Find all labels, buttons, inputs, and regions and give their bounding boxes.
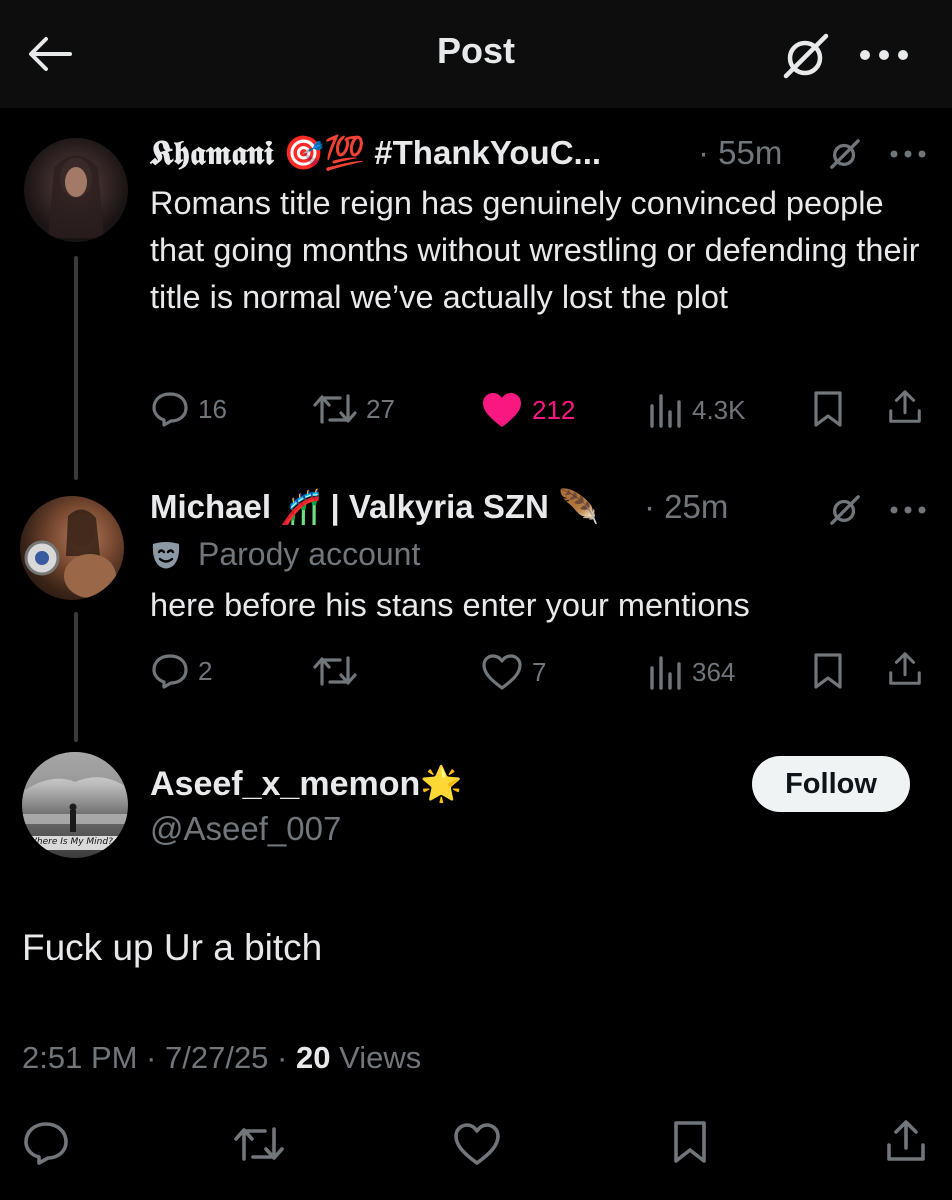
like-count: 212 bbox=[532, 394, 576, 425]
author-handle[interactable]: @Aseef_007 bbox=[150, 810, 341, 848]
views-bar-chart-icon bbox=[650, 656, 681, 690]
grok-icon[interactable] bbox=[828, 138, 862, 170]
post-time: · 25m bbox=[644, 488, 729, 525]
reply-icon[interactable] bbox=[22, 1120, 70, 1166]
post-timestamp: 2:51 PM · 7/27/25 · bbox=[22, 1040, 296, 1075]
heart-icon[interactable] bbox=[452, 1122, 502, 1166]
top-bar: Post bbox=[0, 0, 952, 108]
views-count: 4.3K bbox=[692, 394, 746, 425]
more-options-icon[interactable] bbox=[890, 506, 926, 514]
reply-button[interactable]: 2 bbox=[150, 652, 212, 690]
author-name[interactable]: 𝕶𝖍𝖆𝖒𝖆𝖓𝖎 🎯💯 #ThankYouC... bbox=[150, 134, 601, 173]
thread-line bbox=[74, 256, 78, 480]
views-button[interactable]: 364 bbox=[648, 654, 735, 690]
author-name[interactable]: Aseef_x_memon🌟 bbox=[150, 764, 463, 804]
reply-icon bbox=[152, 654, 188, 689]
post-text: Fuck up Ur a bitch bbox=[22, 927, 323, 968]
post-timestamp-row: 2:51 PM · 7/27/25 · 20 Views bbox=[22, 1040, 421, 1076]
views-count: 364 bbox=[692, 656, 736, 687]
share-icon[interactable] bbox=[884, 1118, 928, 1164]
post-time: · 55m bbox=[698, 134, 783, 171]
author-name[interactable]: Michael 🎢 | Valkyria SZN 🪶 bbox=[150, 488, 599, 527]
bookmark-icon[interactable] bbox=[672, 1120, 708, 1164]
views-count: 20 bbox=[295, 1040, 331, 1075]
repost-button[interactable]: 27 bbox=[312, 392, 395, 426]
avatar[interactable]: Where Is My Mind? bbox=[22, 752, 128, 858]
like-button[interactable]: 7 bbox=[480, 653, 546, 691]
parody-account-label: Parody account bbox=[198, 536, 421, 572]
repost-icon[interactable] bbox=[232, 1124, 286, 1164]
avatar-caption: Where Is My Mind? bbox=[28, 837, 113, 847]
avatar[interactable] bbox=[24, 138, 128, 242]
views-button[interactable]: 4.3K bbox=[648, 392, 746, 428]
reply-count: 2 bbox=[198, 655, 213, 686]
grok-icon[interactable] bbox=[828, 494, 862, 526]
parody-mask-icon bbox=[152, 542, 180, 569]
reply-count: 16 bbox=[198, 393, 227, 424]
share-icon[interactable] bbox=[886, 650, 924, 688]
repost-icon bbox=[313, 394, 357, 424]
grok-icon[interactable] bbox=[780, 32, 832, 80]
avatar[interactable] bbox=[20, 496, 124, 600]
avatar-image bbox=[48, 155, 104, 238]
share-icon[interactable] bbox=[886, 388, 924, 426]
bookmark-icon[interactable] bbox=[812, 390, 844, 428]
repost-count: 27 bbox=[366, 393, 395, 424]
avatar-image bbox=[24, 509, 116, 598]
reply-icon bbox=[152, 392, 188, 427]
like-button[interactable]: 212 bbox=[480, 391, 575, 429]
repost-button[interactable] bbox=[312, 654, 366, 688]
repost-icon bbox=[313, 656, 357, 686]
more-options-icon[interactable] bbox=[890, 150, 926, 158]
reply-button[interactable]: 16 bbox=[150, 390, 227, 428]
thread-line bbox=[74, 612, 78, 742]
post-text: Romans title reign has genuinely convinc… bbox=[150, 185, 920, 315]
post-text: here before his stans enter your mention… bbox=[150, 587, 750, 623]
follow-button[interactable]: Follow bbox=[752, 756, 910, 812]
views-label: Views bbox=[330, 1040, 422, 1075]
like-count: 7 bbox=[532, 656, 547, 687]
heart-icon bbox=[482, 654, 522, 690]
more-options-icon[interactable] bbox=[858, 48, 910, 62]
heart-filled-icon bbox=[483, 393, 521, 427]
bookmark-icon[interactable] bbox=[812, 652, 844, 690]
views-bar-chart-icon bbox=[650, 394, 681, 428]
